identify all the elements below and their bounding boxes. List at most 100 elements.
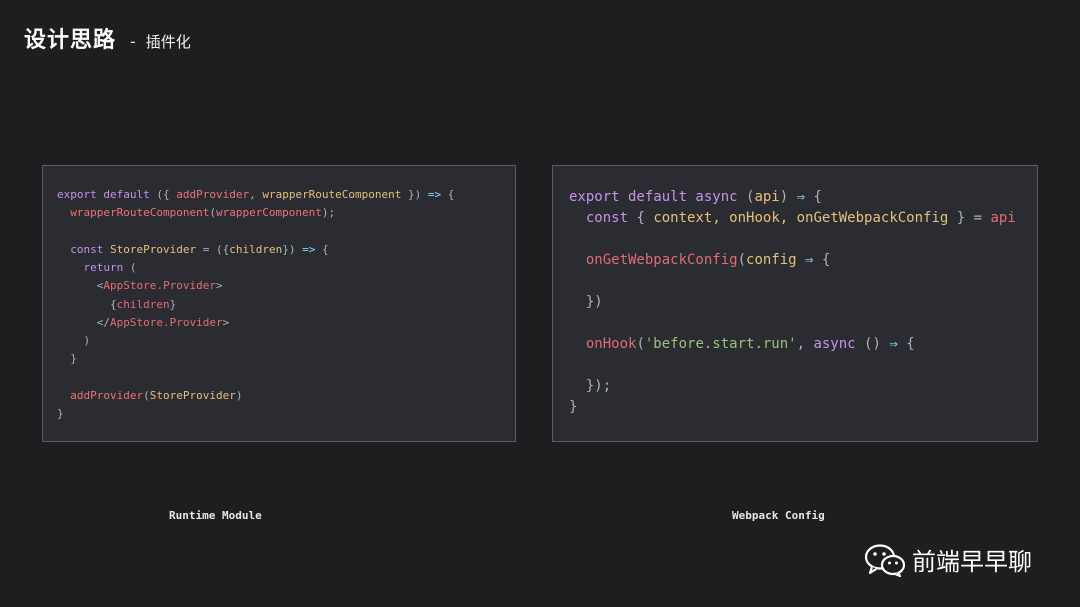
code-token: config — [746, 252, 797, 268]
code-token: { — [805, 189, 822, 205]
code-token: { — [57, 297, 117, 311]
code-line: ) — [57, 332, 454, 350]
code-token: } — [57, 407, 64, 420]
code-token: export default — [57, 188, 150, 201]
code-token: onGetWebpackConfig — [585, 252, 738, 268]
code-token: = ({ — [196, 242, 230, 256]
code-line: }) — [569, 292, 1016, 313]
runtime-module-code: export default ({ addProvider, wrapperRo… — [57, 186, 454, 423]
code-token: wrapperRouteComponent — [70, 206, 210, 220]
code-token: ( — [123, 261, 137, 274]
code-line: } — [569, 397, 1016, 418]
code-token: AppStore.Provider — [109, 315, 223, 329]
code-token: > — [222, 315, 230, 329]
code-token: { — [897, 336, 915, 352]
code-token: </ — [57, 315, 110, 329]
slide-title: 设计思路 — [24, 28, 117, 53]
code-token: StoreProvider — [110, 242, 197, 256]
code-token: onHook — [585, 336, 637, 352]
code-token: children — [116, 297, 170, 311]
code-line: } — [57, 350, 454, 368]
code-line: onGetWebpackConfig(config ⇒ { — [569, 250, 1016, 271]
brand-watermark: 前端早早聊 — [864, 542, 1032, 577]
code-token: { — [813, 252, 831, 268]
brand-name: 前端早早聊 — [912, 548, 1032, 576]
webpack-config-code: export default async (api) ⇒ { const { c… — [569, 187, 1016, 418]
code-token: () — [855, 336, 890, 352]
webpack-config-caption: Webpack Config — [732, 509, 825, 522]
code-line: export default ({ addProvider, wrapperRo… — [57, 186, 454, 204]
code-token: }) — [401, 188, 428, 201]
code-token: { — [315, 242, 329, 256]
code-line: }); — [569, 376, 1016, 397]
code-token: async — [813, 336, 856, 352]
code-line: const StoreProvider = ({children}) => { — [57, 241, 454, 259]
code-line: {children} — [57, 296, 454, 314]
code-token: } = — [948, 210, 991, 226]
code-line: } — [57, 405, 454, 423]
code-token: , — [249, 188, 263, 201]
code-token: AppStore.Provider — [103, 279, 216, 293]
code-token: ); — [321, 206, 336, 220]
code-token: ) — [57, 334, 91, 347]
code-line: const { context, onHook, onGetWebpackCon… — [569, 208, 1016, 229]
code-token: api — [990, 210, 1016, 226]
code-token: addProvider — [176, 188, 250, 201]
code-token: < — [57, 279, 104, 293]
code-token: return — [83, 261, 124, 274]
code-token: addProvider — [70, 388, 144, 402]
code-token: wrapperComponent — [215, 206, 322, 220]
code-token: { — [441, 188, 455, 201]
code-token: ({ — [149, 188, 177, 201]
wechat-icon — [864, 543, 906, 577]
code-token: }) — [282, 242, 303, 256]
code-token: } — [169, 297, 177, 311]
slide-header: 设计思路 - 插件化 — [24, 22, 191, 54]
code-token: export default async — [569, 189, 738, 205]
code-token: , — [796, 336, 814, 352]
code-token: }); — [569, 378, 612, 394]
code-token: } — [57, 352, 77, 366]
code-token: ) — [235, 388, 243, 402]
code-line: <AppStore.Provider> — [57, 277, 454, 295]
code-token: { — [628, 210, 654, 226]
code-line: addProvider(StoreProvider) — [57, 387, 454, 405]
code-token: StoreProvider — [149, 388, 236, 402]
code-token: children — [229, 242, 283, 256]
code-token: const — [70, 242, 104, 256]
code-token: ( — [143, 388, 150, 402]
code-token: > — [215, 279, 223, 293]
code-token: ⇒ — [796, 189, 806, 205]
code-line: wrapperRouteComponent(wrapperComponent); — [57, 204, 454, 222]
code-token: 'before.start.run' — [644, 336, 797, 352]
title-separator: - — [130, 32, 136, 51]
code-token: => — [427, 188, 442, 201]
code-line: export default async (api) ⇒ { — [569, 187, 1016, 208]
code-token: } — [569, 399, 578, 415]
code-token: wrapperRouteComponent — [262, 188, 402, 201]
code-token: }) — [569, 294, 603, 310]
code-token: api — [754, 189, 780, 205]
code-line: </AppStore.Provider> — [57, 314, 454, 332]
code-line: return ( — [57, 259, 454, 277]
code-token: => — [302, 242, 316, 256]
webpack-config-code-panel: export default async (api) ⇒ { const { c… — [552, 165, 1038, 442]
slide-subtitle: 插件化 — [145, 33, 191, 51]
code-token: context, onHook, onGetWebpackConfig — [653, 210, 949, 226]
code-token: ) — [779, 189, 797, 205]
